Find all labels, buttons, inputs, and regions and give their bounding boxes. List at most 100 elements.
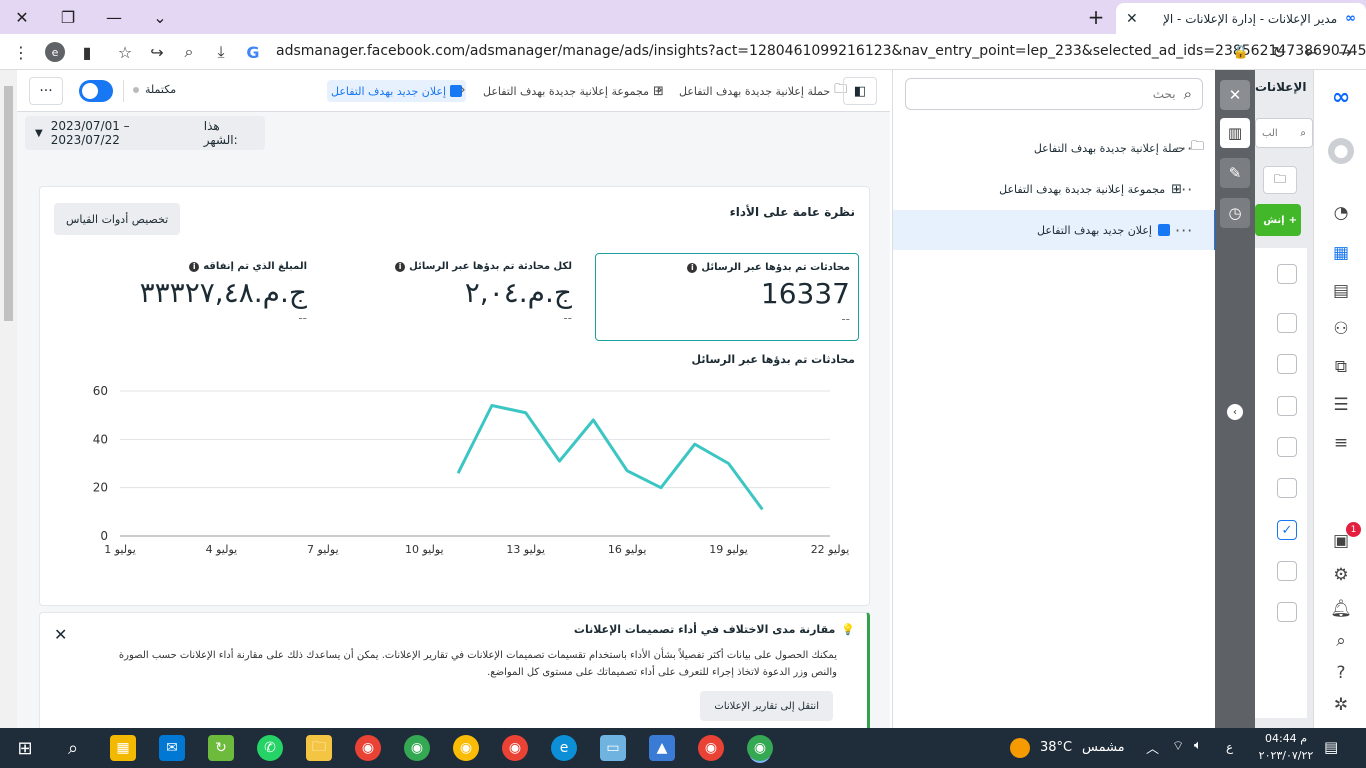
document-icon[interactable]: ▤ [1328,278,1354,304]
menu-lines-icon[interactable]: ≡ [1328,430,1354,456]
row-checkbox[interactable] [1277,354,1297,374]
minimize-window-icon[interactable]: — [101,4,127,30]
chrome-icon[interactable]: ◉ [502,735,528,761]
more-options-icon[interactable]: ··· [1175,139,1193,158]
reload-icon[interactable]: ↻ [1266,39,1292,65]
chrome-icon[interactable]: ◉ [355,735,381,761]
action-center-icon[interactable]: ▤ [1324,738,1338,756]
kpi-cost-per-conversation[interactable]: لكل محادثة تم بدؤها عبر الرسائل i ج.م.٢,٠… [320,253,580,341]
kpi-amount-spent[interactable]: المبلغ الذي تم إنفاقه i ج.م.٣٣٣٢٧,٤٨ -- [40,253,315,341]
row-checkbox[interactable] [1277,396,1297,416]
row-checkbox[interactable] [1277,264,1297,284]
create-button[interactable]: إنش + [1255,204,1301,236]
divider [123,80,124,102]
meta-logo-icon[interactable]: ∞ [1328,84,1354,110]
weather-temp[interactable]: 38°C [1040,740,1072,755]
profile-avatar[interactable]: e [42,39,68,65]
settings-gear-icon[interactable]: ⚙ [1328,562,1354,588]
more-options-icon[interactable]: ··· [1175,180,1193,199]
row-checkbox-checked[interactable]: ✓ [1277,520,1297,540]
share-icon[interactable]: ↪ [144,39,170,65]
history-clock-icon[interactable]: ◷ [1220,198,1250,228]
tree-item-ad[interactable]: إعلان جديد بهدف التفاعل ··· [893,210,1216,250]
row-checkbox[interactable] [1277,478,1297,498]
new-tab-icon[interactable]: + [1083,4,1109,30]
ads-search-input[interactable]: الب ⌕ [1255,118,1313,148]
forward-arrow-icon[interactable]: → [1332,39,1358,65]
chrome-icon[interactable]: ◉ [404,735,430,761]
table-grid-icon[interactable]: ▦ [1328,240,1354,266]
photos-icon[interactable]: ▲ [649,735,675,761]
collapse-chevron-icon[interactable]: ‹ [1227,404,1243,420]
back-arrow-icon[interactable]: ← [1298,39,1324,65]
close-panel-icon[interactable]: ✕ [1220,80,1250,110]
search-icon[interactable]: ⌕ [1328,628,1354,654]
tree-item-adset[interactable]: ⊞ مجموعة إعلانية جديدة بهدف التفاعل ··· [893,169,1216,209]
audiences-icon[interactable]: ⚇ [1328,316,1354,342]
breadcrumb-adset[interactable]: ⊞ مجموعة إعلانية جديدة بهدف التفاعل [483,80,664,102]
tab-list-chevron-icon[interactable]: ⌄ [147,4,173,30]
go-to-reports-button[interactable]: انتقل إلى تقارير الإعلانات [700,691,833,721]
row-checkbox[interactable] [1277,602,1297,622]
search-icon[interactable]: ⌕ [60,735,86,761]
sync-app-icon[interactable]: ↻ [208,735,234,761]
more-options-icon[interactable]: ··· [1175,221,1193,240]
row-checkbox[interactable] [1277,437,1297,457]
help-icon[interactable]: ? [1328,660,1354,686]
file-explorer-icon[interactable]: 🗀 [306,735,332,761]
wifi-icon[interactable]: ⌔ [1172,738,1184,754]
profile-avatar[interactable]: ● [1328,138,1354,164]
volume-icon[interactable]: 🔈︎ [1194,738,1202,753]
windows-start-icon[interactable]: ⊞ [12,735,38,761]
clock-time[interactable]: 04:44 م [1258,732,1314,745]
billing-stack-icon[interactable]: ☰ [1328,392,1354,418]
find-icon[interactable]: ⌕ [176,39,202,65]
bug-report-icon[interactable]: ✲ [1328,692,1354,718]
menu-dots-icon[interactable]: ⋮ [8,39,34,65]
folder-icon[interactable]: 🗀 [1263,166,1297,194]
lock-icon[interactable]: 🔒 [1228,39,1254,65]
notifications-tray-icon[interactable]: ▣ 1 [1328,522,1361,554]
edge-icon[interactable]: e [551,735,577,761]
close-notice-icon[interactable]: ✕ [54,625,67,644]
catalog-icon[interactable]: ⧉ [1328,354,1354,380]
mail-icon[interactable]: ✉ [159,735,185,761]
chrome-icon[interactable]: ◉ [453,735,479,761]
download-icon[interactable]: ⤓ [208,39,234,65]
row-checkbox[interactable] [1277,561,1297,581]
notes-app-icon[interactable]: ▭ [600,735,626,761]
edit-pencil-icon[interactable]: ✎ [1220,158,1250,188]
panel-toggle-icon[interactable]: ◧ [843,77,877,105]
sidebar-toggle-icon[interactable]: ▮ [74,39,100,65]
scrollbar-thumb[interactable] [4,86,13,321]
alert-bell-icon[interactable]: 🔔︎ [1328,596,1354,622]
close-tab-icon[interactable]: ✕ [1126,11,1138,27]
chrome-icon-active[interactable]: ◉ [747,735,773,761]
page-scrollbar[interactable] [0,70,17,728]
tree-search-input[interactable]: ⌕ بحث [905,78,1203,110]
chrome-icon[interactable]: ◉ [698,735,724,761]
url-field[interactable]: adsmanager.facebook.com/adsmanager/manag… [276,43,1366,59]
breadcrumb-campaign[interactable]: 🗀 حملة إعلانية جديدة بهدف التفاعل [679,80,847,102]
whatsapp-icon[interactable]: ✆ [257,735,283,761]
customize-metrics-button[interactable]: تخصيص أدوات القياس [54,203,181,235]
store-icon[interactable]: ▦ [110,735,136,761]
active-tab[interactable]: ∞ مدير الإعلانات - إدارة الإعلانات - الإ… [1116,3,1366,34]
breadcrumb-ad[interactable]: إعلان جديد بهدف التفاعل [327,80,467,102]
row-checkbox[interactable] [1277,313,1297,333]
bookmark-star-icon[interactable]: ☆ [112,39,138,65]
tray-chevron-icon[interactable]: ︿ [1146,738,1159,757]
restore-window-icon[interactable]: ❐ [55,4,81,30]
dashboard-gauge-icon[interactable]: ◔ [1328,200,1354,226]
more-options-button[interactable]: ··· [29,77,63,105]
close-window-icon[interactable]: ✕ [9,4,35,30]
clock-date[interactable]: ٢٠٢٣/٠٧/٢٢ [1258,749,1314,762]
ad-status-toggle[interactable] [79,80,113,102]
notice-title: مقارنة مدى الاختلاف في أداء تصميمات الإع… [573,623,836,636]
kpi-conversations[interactable]: محادثات تم بدؤها عبر الرسائل i 16337 -- [595,253,859,341]
date-range-picker[interactable]: ▼ 2023/07/01 – 2023/07/22 هذا الشهر: [25,116,265,150]
chart-view-icon[interactable]: ▥ [1220,118,1250,148]
weather-text[interactable]: مشمس [1082,740,1125,755]
tree-item-campaign[interactable]: 🗀 حملة إعلانية جديدة بهدف التفاعل ··· [893,128,1216,168]
language-indicator[interactable]: ع [1226,740,1233,754]
